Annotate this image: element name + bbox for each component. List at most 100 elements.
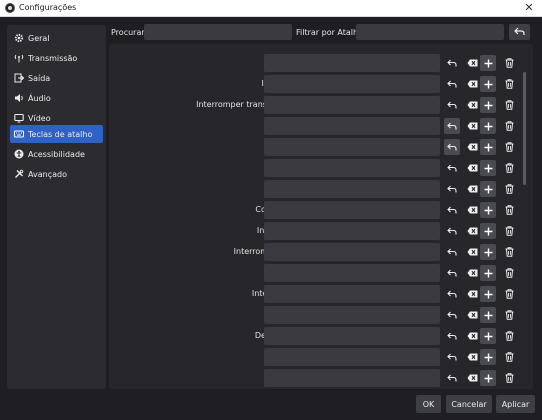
clear-button[interactable] bbox=[464, 244, 480, 260]
remove-button[interactable] bbox=[501, 349, 517, 365]
hotkey-input[interactable] bbox=[264, 306, 440, 324]
add-button[interactable] bbox=[480, 55, 496, 71]
revert-button[interactable] bbox=[444, 307, 460, 323]
add-button[interactable] bbox=[480, 181, 496, 197]
add-button[interactable] bbox=[480, 286, 496, 302]
hotkey-input[interactable] bbox=[264, 243, 440, 261]
remove-button[interactable] bbox=[501, 55, 517, 71]
clear-button[interactable] bbox=[464, 139, 480, 155]
add-button[interactable] bbox=[480, 328, 496, 344]
hotkey-input[interactable] bbox=[264, 159, 440, 177]
clear-button[interactable] bbox=[464, 97, 480, 113]
sidebar-item-geral[interactable]: Geral bbox=[10, 29, 103, 47]
clear-button[interactable] bbox=[464, 286, 480, 302]
sidebar-item-avancado[interactable]: Avançado bbox=[10, 165, 103, 183]
sidebar-item-teclas-de-atalho[interactable]: Teclas de atalho bbox=[10, 125, 103, 143]
clear-button[interactable] bbox=[464, 160, 480, 176]
clear-button[interactable] bbox=[464, 181, 480, 197]
hotkey-input[interactable] bbox=[264, 369, 440, 387]
remove-button[interactable] bbox=[501, 370, 517, 386]
revert-button[interactable] bbox=[444, 286, 460, 302]
hotkey-input[interactable] bbox=[264, 222, 440, 240]
reset-filter-button[interactable] bbox=[509, 24, 530, 40]
filter-input-field[interactable] bbox=[356, 24, 504, 40]
scrollbar-thumb[interactable] bbox=[523, 72, 526, 185]
add-button[interactable] bbox=[480, 160, 496, 176]
hotkey-input[interactable] bbox=[264, 180, 440, 198]
remove-button[interactable] bbox=[501, 181, 517, 197]
hotkey-input[interactable] bbox=[264, 96, 440, 114]
close-button[interactable]: ✕ bbox=[522, 1, 536, 15]
sidebar-item-acessibilidade[interactable]: Acessibilidade bbox=[10, 145, 103, 163]
revert-button[interactable] bbox=[444, 97, 460, 113]
hotkey-list[interactable]: Iniciar transmissão *Interromper transmi… bbox=[109, 44, 533, 389]
clear-button[interactable] bbox=[464, 370, 480, 386]
hotkey-input[interactable] bbox=[264, 75, 440, 93]
remove-button[interactable] bbox=[501, 223, 517, 239]
revert-button[interactable] bbox=[444, 328, 460, 344]
remove-button[interactable] bbox=[501, 328, 517, 344]
clear-button[interactable] bbox=[464, 55, 480, 71]
add-button[interactable] bbox=[480, 307, 496, 323]
clear-button[interactable] bbox=[464, 223, 480, 239]
plus-icon bbox=[484, 59, 493, 68]
add-button[interactable] bbox=[480, 370, 496, 386]
sidebar-item-audio[interactable]: Áudio bbox=[10, 89, 103, 107]
remove-button[interactable] bbox=[501, 307, 517, 323]
revert-button[interactable] bbox=[444, 265, 460, 281]
revert-button[interactable] bbox=[444, 118, 460, 134]
sidebar-item-transmissao[interactable]: Transmissão bbox=[10, 49, 103, 67]
sidebar-item-saida[interactable]: Saída bbox=[10, 69, 103, 87]
revert-button[interactable] bbox=[444, 244, 460, 260]
filter-input[interactable] bbox=[356, 24, 504, 40]
search-input[interactable] bbox=[144, 24, 292, 40]
remove-button[interactable] bbox=[501, 244, 517, 260]
revert-button[interactable] bbox=[444, 76, 460, 92]
plus-icon bbox=[484, 185, 493, 194]
remove-button[interactable] bbox=[501, 286, 517, 302]
remove-button[interactable] bbox=[501, 139, 517, 155]
remove-button[interactable] bbox=[501, 76, 517, 92]
clear-button[interactable] bbox=[464, 328, 480, 344]
add-button[interactable] bbox=[480, 265, 496, 281]
clear-button[interactable] bbox=[464, 349, 480, 365]
revert-button[interactable] bbox=[444, 139, 460, 155]
clear-button[interactable] bbox=[464, 76, 480, 92]
remove-button[interactable] bbox=[501, 265, 517, 281]
hotkey-input[interactable] bbox=[264, 348, 440, 366]
revert-button[interactable] bbox=[444, 160, 460, 176]
hotkey-input[interactable] bbox=[264, 327, 440, 345]
clear-button[interactable] bbox=[464, 202, 480, 218]
clear-button[interactable] bbox=[464, 307, 480, 323]
add-button[interactable] bbox=[480, 139, 496, 155]
hotkey-input[interactable] bbox=[264, 117, 440, 135]
remove-button[interactable] bbox=[501, 97, 517, 113]
remove-button[interactable] bbox=[501, 202, 517, 218]
revert-button[interactable] bbox=[444, 55, 460, 71]
clear-button[interactable] bbox=[464, 265, 480, 281]
hotkey-input[interactable] bbox=[264, 201, 440, 219]
ok-button[interactable]: OK bbox=[416, 395, 441, 413]
add-button[interactable] bbox=[480, 244, 496, 260]
add-button[interactable] bbox=[480, 223, 496, 239]
revert-button[interactable] bbox=[444, 202, 460, 218]
remove-button[interactable] bbox=[501, 160, 517, 176]
remove-button[interactable] bbox=[501, 118, 517, 134]
hotkey-input[interactable] bbox=[264, 264, 440, 282]
add-button[interactable] bbox=[480, 118, 496, 134]
hotkey-input[interactable] bbox=[264, 138, 440, 156]
add-button[interactable] bbox=[480, 349, 496, 365]
search-input-field[interactable] bbox=[144, 24, 292, 40]
apply-button[interactable]: Aplicar bbox=[496, 395, 535, 413]
add-button[interactable] bbox=[480, 97, 496, 113]
revert-button[interactable] bbox=[444, 349, 460, 365]
revert-button[interactable] bbox=[444, 370, 460, 386]
add-button[interactable] bbox=[480, 202, 496, 218]
revert-button[interactable] bbox=[444, 181, 460, 197]
hotkey-input[interactable] bbox=[264, 285, 440, 303]
revert-button[interactable] bbox=[444, 223, 460, 239]
cancel-button[interactable]: Cancelar bbox=[446, 395, 492, 413]
clear-button[interactable] bbox=[464, 118, 480, 134]
hotkey-input[interactable] bbox=[264, 54, 440, 72]
add-button[interactable] bbox=[480, 76, 496, 92]
